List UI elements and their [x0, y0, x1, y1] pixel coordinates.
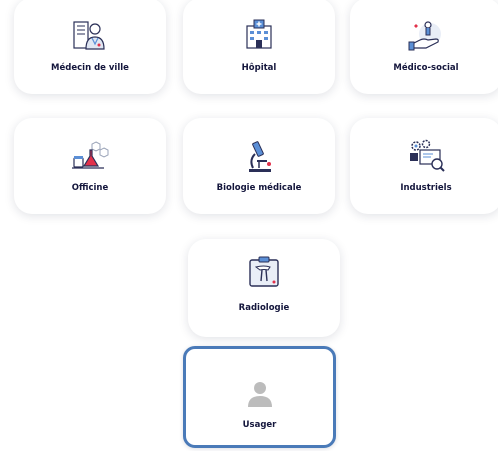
card-label: Biologie médicale — [216, 183, 302, 193]
xray-icon — [244, 255, 284, 291]
card-label: Industriels — [400, 183, 452, 193]
card-label: Officine — [71, 183, 109, 193]
card-label: Usager — [242, 420, 277, 430]
card-officine[interactable]: Officine — [14, 118, 166, 214]
care-hand-icon — [406, 18, 446, 54]
card-label: Médico-social — [393, 63, 459, 73]
card-label: Médecin de ville — [51, 63, 129, 73]
card-biologie-medicale[interactable]: Biologie médicale — [183, 118, 335, 214]
pharmacy-icon — [70, 138, 110, 174]
card-industriels[interactable]: Industriels — [350, 118, 498, 214]
card-medecin-de-ville[interactable]: Médecin de ville — [14, 0, 166, 94]
card-label: Radiologie — [238, 303, 290, 313]
doctor-icon — [70, 18, 110, 54]
industry-icon — [406, 138, 446, 174]
hospital-icon — [239, 18, 279, 54]
user-icon — [245, 379, 275, 409]
card-label: Hôpital — [241, 63, 277, 73]
card-usager[interactable]: Usager — [183, 346, 336, 448]
microscope-icon — [239, 138, 279, 174]
card-medico-social[interactable]: Médico-social — [350, 0, 498, 94]
card-radiologie[interactable]: Radiologie — [188, 239, 340, 337]
card-hopital[interactable]: Hôpital — [183, 0, 335, 94]
